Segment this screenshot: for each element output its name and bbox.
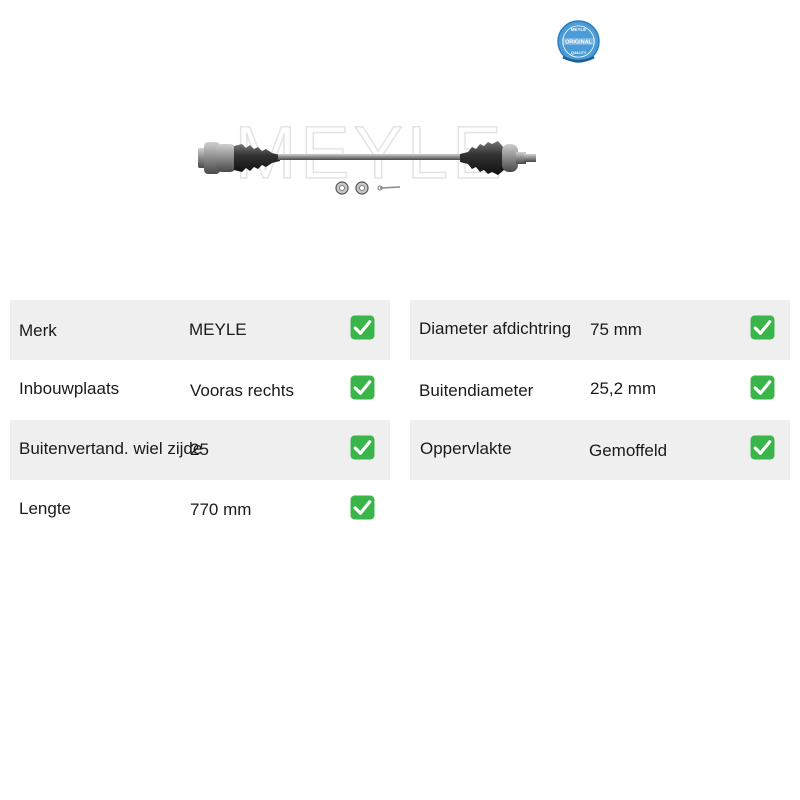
spec-row-merk: Merk MEYLE [10,300,390,360]
spec-label: Buitendiameter [419,381,534,400]
spec-label: Diameter afdichtring [419,319,572,338]
spec-table-left: Merk MEYLE Inbouwplaats Vooras rechts 25… [10,300,390,540]
meyle-original-badge: MEYLE ORIGINAL QUALITY [557,20,600,63]
spec-value: Gemoffeld [589,441,668,460]
spec-value: MEYLE [189,320,247,339]
drive-shaft-image: MEYLE [198,110,536,195]
check-icon [750,435,775,460]
check-icon [350,435,375,460]
spec-value: 25,2 mm [590,379,657,398]
check-icon [750,375,775,400]
badge-quality-text: QUALITY [571,51,587,55]
spec-row-inbouwplaats: Inbouwplaats Vooras rechts [10,360,390,420]
spec-label: Oppervlakte [420,439,512,458]
spec-label: Buitenvertand. wiel zijde [19,439,203,458]
spec-row-lengte: Lengte 770 mm [10,480,390,540]
badge-original-text: ORIGINAL [565,39,592,45]
spec-table-right: Diameter afdichtring 75 mm Buitendiamete… [410,300,790,480]
spec-row-oppervlakte: Oppervlakte Gemoffeld [410,420,790,480]
meyle-watermark: MEYLE [235,111,506,194]
spec-value: Vooras rechts [190,381,294,400]
spec-label: Merk [19,321,57,340]
check-icon [350,315,375,340]
spec-row-buitenvertanding: 25 Buitenvertand. wiel zijde [10,420,390,480]
spec-value: 770 mm [190,500,252,519]
spec-label: Inbouwplaats [19,379,120,398]
spec-row-buitendiameter: Buitendiameter 25,2 mm [410,360,790,420]
check-icon [350,495,375,520]
spec-row-diameter-afdichtring: Diameter afdichtring 75 mm [410,300,790,360]
check-icon [750,315,775,340]
badge-brand-text: MEYLE [571,27,586,32]
spec-value: 75 mm [590,320,642,339]
spec-label: Lengte [19,499,71,518]
check-icon [350,375,375,400]
